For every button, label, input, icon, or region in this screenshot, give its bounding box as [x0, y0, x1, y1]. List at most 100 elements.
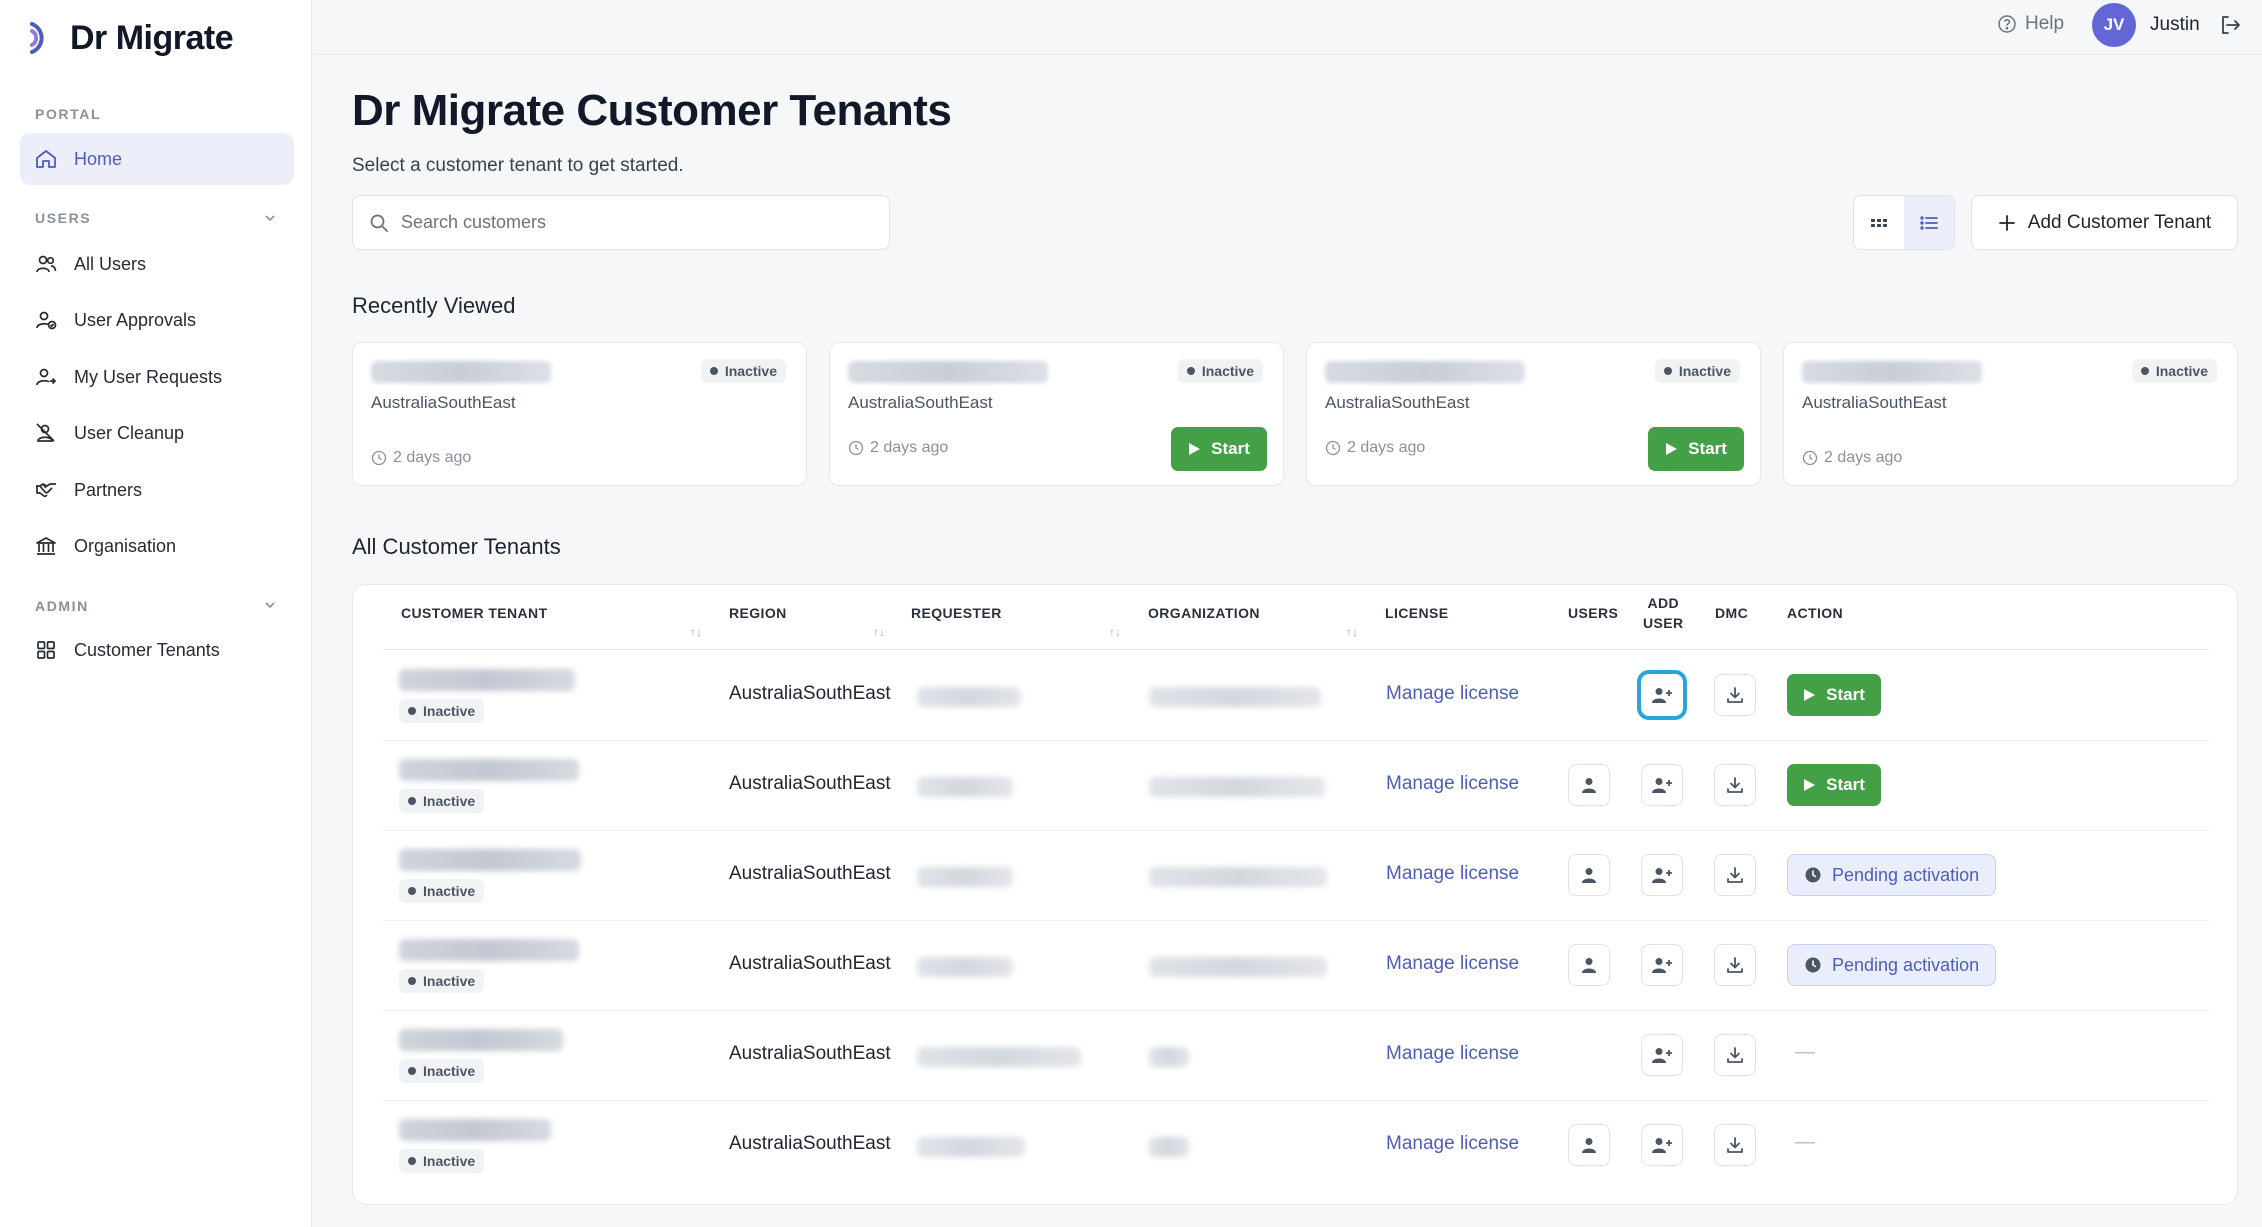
status-text: Inactive: [423, 883, 476, 899]
start-button[interactable]: Start: [1787, 674, 1881, 716]
manage-license-link[interactable]: Manage license: [1386, 863, 1519, 885]
sidebar-item-organisation[interactable]: Organisation: [20, 520, 294, 572]
pending-activation-button[interactable]: Pending activation: [1787, 854, 1997, 896]
status-badge: Inactive: [1654, 359, 1740, 383]
sidebar-item-customer-tenants[interactable]: Customer Tenants: [20, 624, 294, 676]
add-user-button[interactable]: [1641, 854, 1683, 896]
add-user-button[interactable]: [1641, 1124, 1683, 1166]
sidebar-item-home[interactable]: Home: [20, 133, 294, 185]
recent-card[interactable]: Inactive AustraliaSouthEast 2 days ago S…: [829, 342, 1284, 486]
search-box[interactable]: [352, 195, 890, 250]
handshake-icon: [36, 483, 56, 498]
manage-license-link[interactable]: Manage license: [1386, 1043, 1519, 1065]
dmc-download-button[interactable]: [1714, 1034, 1756, 1076]
dmc-download-button[interactable]: [1714, 944, 1756, 986]
column-header-organization[interactable]: ORGANIZATION: [1148, 605, 1260, 621]
add-customer-tenant-button[interactable]: Add Customer Tenant: [1971, 195, 2238, 250]
column-header-dmc: DMC: [1715, 605, 1749, 621]
organization-redacted: [1149, 687, 1321, 707]
help-circle-icon: [1998, 15, 2016, 33]
avatar[interactable]: JV: [2092, 3, 2136, 47]
dmc-download-button[interactable]: [1714, 674, 1756, 716]
brand[interactable]: Dr Migrate: [26, 18, 234, 58]
table-row[interactable]: Inactive AustraliaSouthEast Manage license…: [383, 651, 2209, 741]
view-users-button[interactable]: [1568, 854, 1610, 896]
region-cell: AustraliaSouthEast: [729, 1043, 891, 1064]
column-header-region[interactable]: REGION: [729, 605, 787, 621]
recent-card[interactable]: Inactive AustraliaSouthEast 2 days ago: [1783, 342, 2238, 486]
manage-license-link[interactable]: Manage license: [1386, 1133, 1519, 1155]
recent-card[interactable]: Inactive AustraliaSouthEast 2 days ago: [352, 342, 807, 486]
card-time-text: 2 days ago: [393, 449, 472, 466]
status-dot: [709, 367, 718, 375]
sidebar-item-all-users[interactable]: All Users: [20, 238, 294, 290]
table-row[interactable]: Inactive AustraliaSouthEast Manage license…: [383, 831, 2209, 921]
pending-activation-button[interactable]: Pending activation: [1787, 944, 1997, 986]
region-cell: AustraliaSouthEast: [729, 773, 891, 794]
sort-icon[interactable]: ↑↓: [690, 625, 702, 639]
username[interactable]: Justin: [2150, 14, 2200, 36]
sort-icon[interactable]: ↑↓: [1346, 625, 1358, 639]
help-link[interactable]: Help: [1997, 13, 2064, 35]
card-time-text: 2 days ago: [1347, 439, 1426, 456]
column-header-customer-tenant[interactable]: CUSTOMER TENANT: [401, 605, 548, 621]
dmc-download-button[interactable]: [1714, 764, 1756, 806]
search-icon: [370, 214, 388, 232]
grid-icon: [37, 641, 55, 659]
sort-icon[interactable]: ↑↓: [873, 625, 885, 639]
user-check-icon: [36, 311, 57, 330]
manage-license-link[interactable]: Manage license: [1386, 683, 1519, 705]
sidebar: Dr Migrate PORTAL Home USERS All Users U…: [0, 0, 312, 1227]
tenant-name-redacted: [1802, 361, 1982, 383]
add-user-button[interactable]: [1641, 1034, 1683, 1076]
logout-icon[interactable]: [2218, 13, 2242, 37]
tenant-name-redacted: [399, 1119, 551, 1141]
sidebar-item-label: Partners: [74, 479, 143, 500]
card-time: 2 days ago: [371, 449, 471, 467]
brand-name: Dr Migrate: [70, 18, 234, 57]
dmc-download-button[interactable]: [1714, 1124, 1756, 1166]
clock-icon: [1325, 440, 1341, 456]
table-row[interactable]: Inactive AustraliaSouthEast Manage license…: [383, 1011, 2209, 1101]
user-plus-icon: [1651, 956, 1673, 974]
status-dot: [1663, 367, 1672, 375]
start-button[interactable]: Start: [1787, 764, 1881, 806]
start-button[interactable]: Start: [1648, 427, 1744, 471]
sidebar-item-user-approvals[interactable]: User Approvals: [20, 294, 294, 346]
status-text: Inactive: [423, 1153, 476, 1169]
sidebar-item-my-user-requests[interactable]: My User Requests: [20, 351, 294, 403]
sidebar-item-label: My User Requests: [74, 366, 223, 387]
recent-card[interactable]: Inactive AustraliaSouthEast 2 days ago S…: [1306, 342, 1761, 486]
manage-license-link[interactable]: Manage license: [1386, 773, 1519, 795]
tenants-table: CUSTOMER TENANT ↑↓ REGION ↑↓ REQUESTER ↑…: [352, 584, 2238, 1205]
organization-redacted: [1149, 777, 1325, 797]
add-user-button[interactable]: [1641, 674, 1683, 716]
start-label: Start: [1826, 775, 1865, 794]
manage-license-link[interactable]: Manage license: [1386, 953, 1519, 975]
view-users-button[interactable]: [1568, 944, 1610, 986]
status-text: Inactive: [423, 793, 476, 809]
sidebar-item-label: User Cleanup: [74, 422, 185, 443]
list-view-button[interactable]: [1904, 196, 1954, 249]
add-user-button[interactable]: [1641, 944, 1683, 986]
chevron-down-icon[interactable]: [262, 210, 278, 226]
table-row[interactable]: Inactive AustraliaSouthEast Manage license…: [383, 921, 2209, 1011]
table-row[interactable]: Inactive AustraliaSouthEast Manage license…: [383, 1101, 2209, 1191]
column-header-requester[interactable]: REQUESTER: [911, 605, 1002, 621]
view-users-button[interactable]: [1568, 764, 1610, 806]
search-input[interactable]: [401, 212, 861, 233]
sort-icon[interactable]: ↑↓: [1109, 625, 1121, 639]
sidebar-item-partners[interactable]: Partners: [20, 464, 294, 516]
dmc-download-button[interactable]: [1714, 854, 1756, 896]
sidebar-item-user-cleanup[interactable]: User Cleanup: [20, 407, 294, 459]
chevron-down-icon[interactable]: [262, 597, 278, 613]
status-dot: [408, 797, 416, 805]
grid-view-button[interactable]: [1854, 196, 1904, 249]
clock-icon: [1802, 450, 1818, 466]
add-user-button[interactable]: [1641, 764, 1683, 806]
status-text: Inactive: [724, 363, 777, 379]
view-users-button[interactable]: [1568, 1124, 1610, 1166]
region-cell: AustraliaSouthEast: [729, 683, 891, 704]
start-button[interactable]: Start: [1171, 427, 1267, 471]
table-row[interactable]: Inactive AustraliaSouthEast Manage license…: [383, 741, 2209, 831]
